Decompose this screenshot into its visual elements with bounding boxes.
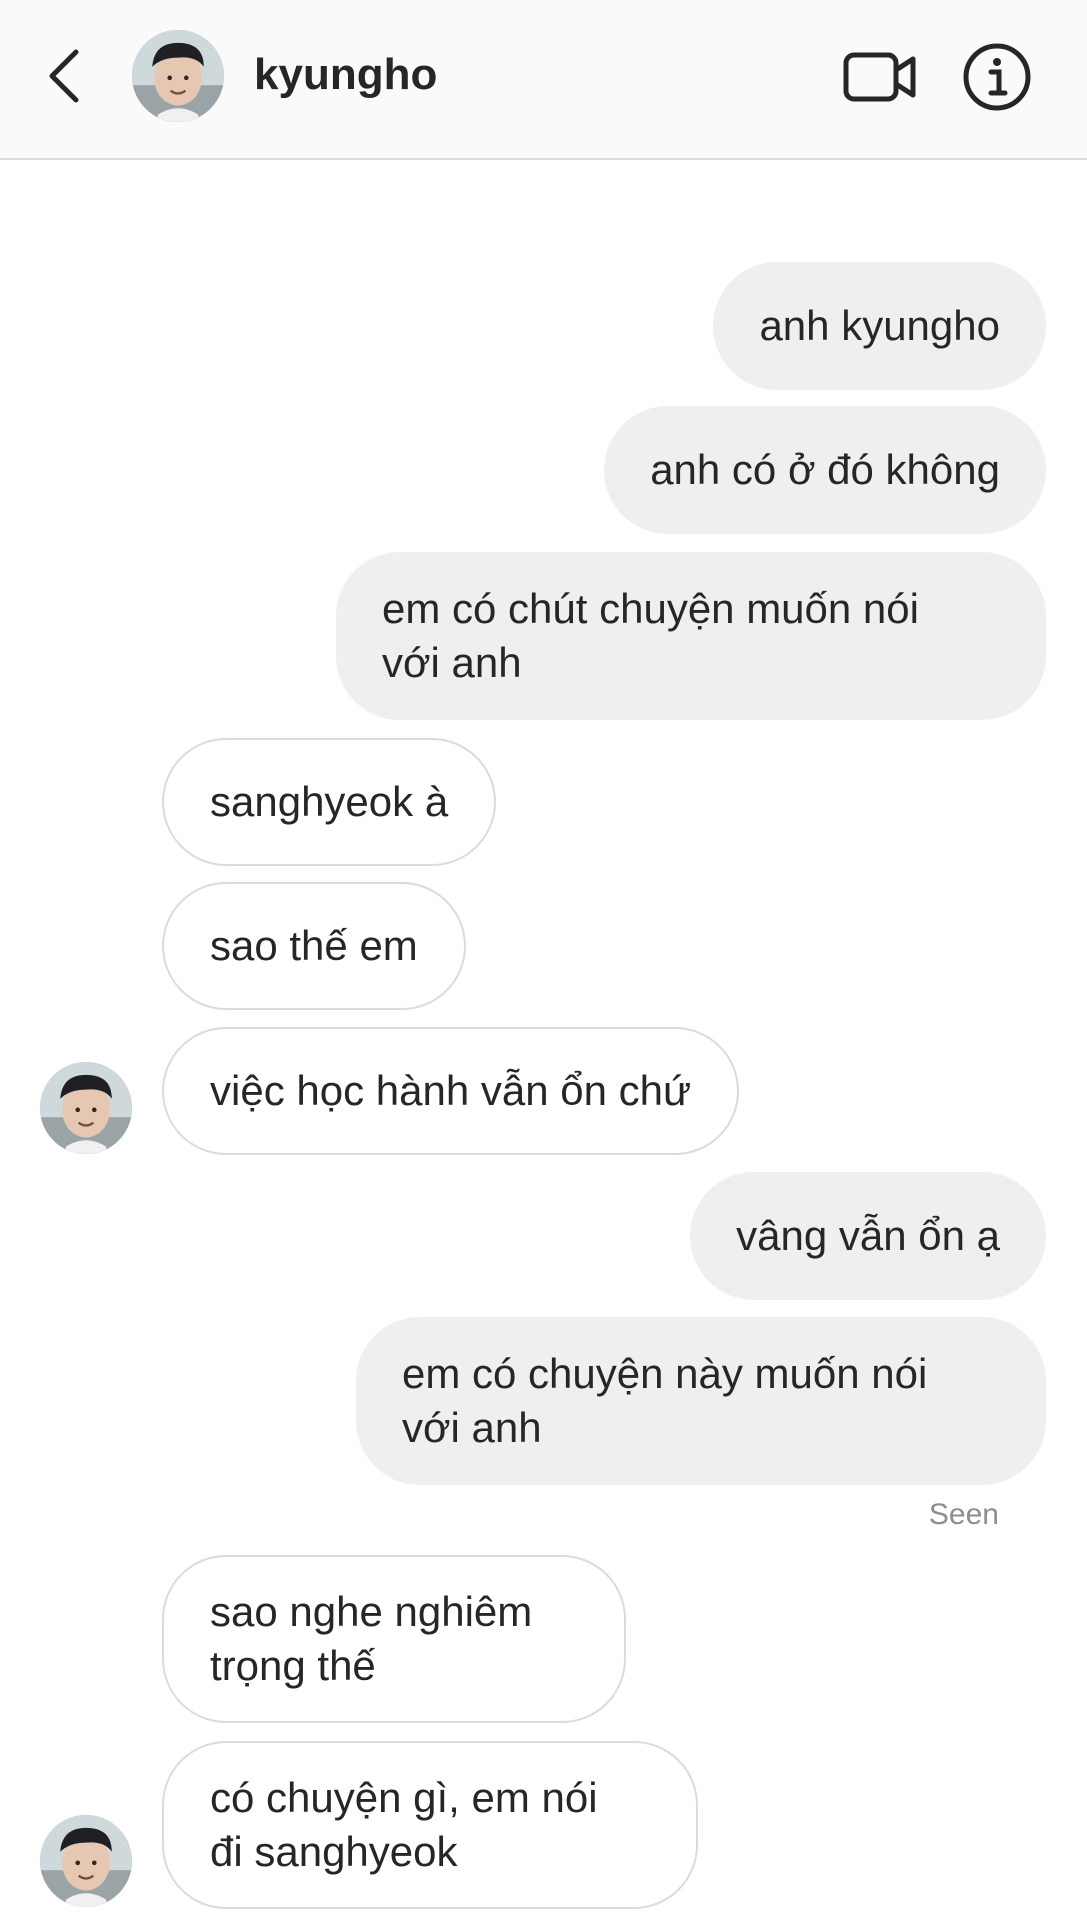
- message-text-line: đi sanghyeok: [210, 1828, 458, 1875]
- avatar-photo: [40, 1815, 132, 1907]
- message-text-line: trọng thế: [210, 1642, 376, 1689]
- message-bubble-received[interactable]: sanghyeok à: [162, 738, 497, 866]
- message-bubble-sent[interactable]: em có chút chuyện muốn nói với anh: [336, 552, 1046, 720]
- message-text: vâng vẫn ổn ạ: [736, 1212, 1000, 1259]
- message-text-line: với anh: [382, 639, 522, 686]
- avatar-photo: [132, 30, 224, 122]
- contact-avatar[interactable]: [40, 1062, 132, 1154]
- message-bubble-sent[interactable]: vâng vẫn ổn ạ: [690, 1172, 1046, 1300]
- contact-name[interactable]: kyungho: [254, 50, 437, 100]
- message-text: sanghyeok à: [210, 778, 449, 825]
- avatar-photo: [40, 1062, 132, 1154]
- message-text-line: em có chút chuyện muốn nói: [382, 585, 919, 632]
- message-bubble-sent[interactable]: anh có ở đó không: [604, 406, 1046, 534]
- seen-status: Seen: [928, 1498, 999, 1531]
- contact-avatar[interactable]: [40, 1815, 132, 1907]
- message-text: việc học hành vẫn ổn chứ: [210, 1067, 692, 1114]
- message-text: sao thế em: [210, 922, 418, 969]
- video-camera-icon[interactable]: [843, 50, 917, 104]
- message-text-line: có chuyện gì, em nói: [210, 1774, 598, 1821]
- message-bubble-sent[interactable]: anh kyungho: [713, 262, 1046, 390]
- message-text-line: với anh: [402, 1404, 542, 1451]
- message-text: anh kyungho: [759, 302, 1000, 349]
- chat-header: kyungho: [0, 0, 1087, 160]
- contact-avatar[interactable]: [132, 30, 224, 122]
- message-text-line: em có chuyện này muốn nói: [402, 1350, 928, 1397]
- message-text-line: sao nghe nghiêm: [210, 1588, 533, 1635]
- message-bubble-received[interactable]: sao thế em: [162, 882, 466, 1010]
- message-bubble-received[interactable]: sao nghe nghiêm trọng thế: [162, 1555, 626, 1723]
- chevron-left-icon[interactable]: [40, 44, 88, 108]
- info-icon[interactable]: [962, 42, 1032, 112]
- message-bubble-received[interactable]: có chuyện gì, em nói đi sanghyeok: [162, 1741, 698, 1909]
- message-bubble-received[interactable]: việc học hành vẫn ổn chứ: [162, 1027, 740, 1155]
- message-bubble-sent[interactable]: em có chuyện này muốn nói với anh: [356, 1317, 1046, 1485]
- message-text: anh có ở đó không: [650, 446, 1000, 493]
